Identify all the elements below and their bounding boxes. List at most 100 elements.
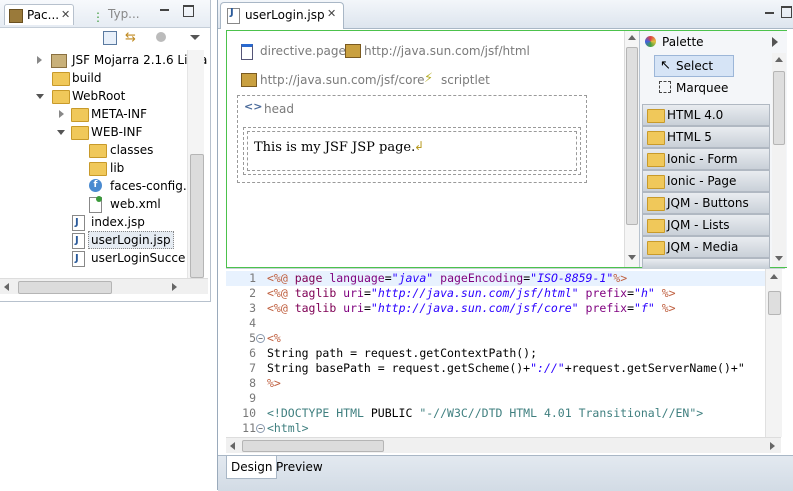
tab-type-hierarchy[interactable]: ⋮ Typ...: [88, 4, 148, 24]
tree-item-userlogin-jsp[interactable]: userLogin.jsp: [0, 231, 186, 250]
code-line[interactable]: 4: [226, 316, 766, 331]
scroll-up-icon[interactable]: [628, 35, 636, 40]
maximize-icon[interactable]: [781, 6, 792, 18]
palette-panel: Palette ↖ Select Marquee HTML 4.0 HTML 5…: [639, 31, 787, 268]
tool-marquee[interactable]: Marquee: [654, 78, 732, 98]
scroll-up-icon[interactable]: [775, 57, 783, 62]
line-number: 6: [249, 346, 256, 360]
filter-icon[interactable]: [156, 32, 166, 42]
scroll-right-icon[interactable]: [172, 283, 177, 291]
scroll-up-icon[interactable]: [770, 274, 778, 279]
code-text: String path = request.getContextPath();: [267, 346, 538, 360]
marquee-icon: [659, 81, 671, 93]
minimize-icon[interactable]: [160, 9, 169, 11]
line-number: 10: [242, 406, 256, 420]
expand-icon[interactable]: [37, 56, 42, 64]
scroll-thumb[interactable]: [242, 440, 384, 452]
tree-item-userloginsuccess[interactable]: userLoginSuccess.: [0, 249, 186, 267]
editor-panel: userLogin.jsp ✕ directive.page http://ja…: [217, 0, 793, 491]
code-line[interactable]: 11− <html>: [226, 421, 766, 436]
tree-item-classes[interactable]: classes: [0, 141, 186, 159]
scroll-left-icon[interactable]: [230, 442, 235, 450]
left-horizontal-scrollbar[interactable]: [0, 278, 208, 294]
code-line[interactable]: 5− <%: [226, 331, 766, 346]
source-horizontal-scrollbar[interactable]: [226, 437, 781, 453]
scroll-thumb[interactable]: [190, 154, 204, 278]
palette-scrollbar[interactable]: [772, 53, 786, 267]
maximize-icon[interactable]: [183, 5, 194, 17]
hierarchy-icon: ⋮: [92, 10, 104, 24]
line-number: 5: [249, 331, 256, 345]
jsp-file-icon: [72, 250, 85, 267]
view-menu-icon[interactable]: [190, 35, 200, 40]
tree-item-meta-inf[interactable]: META-INF: [0, 105, 186, 123]
folder-icon: [647, 109, 665, 123]
collapse-all-icon[interactable]: [103, 31, 117, 45]
tree-item-web-xml[interactable]: web.xml: [0, 195, 186, 213]
scroll-thumb[interactable]: [773, 71, 785, 145]
scroll-down-icon[interactable]: [775, 256, 783, 261]
left-vertical-scrollbar[interactable]: [187, 50, 204, 278]
scriptlet-icon: ⚡: [424, 71, 434, 86]
minimize-icon[interactable]: [765, 12, 774, 14]
tree-item-lib[interactable]: lib: [0, 159, 186, 177]
source-pane[interactable]: 1 <%@ page language="java" pageEncoding="…: [226, 268, 785, 437]
fold-icon[interactable]: −: [256, 334, 265, 343]
scroll-right-icon[interactable]: [770, 442, 775, 450]
code-line[interactable]: 1 <%@ page language="java" pageEncoding="…: [226, 271, 766, 286]
tree-item-jsf-library[interactable]: JSF Mojarra 2.1.6 Libra: [0, 51, 207, 69]
drawer-html40[interactable]: HTML 4.0: [642, 104, 770, 126]
faces-config-icon: f: [89, 179, 102, 192]
scroll-left-icon[interactable]: [4, 283, 9, 291]
drawer-jqm-lists[interactable]: JQM - Lists: [642, 214, 770, 236]
tree-item-webroot[interactable]: WebRoot: [0, 87, 186, 105]
body-content-box[interactable]: This is my JSF JSP page. ↲: [247, 131, 577, 171]
tree-item-index-jsp[interactable]: index.jsp: [0, 213, 186, 232]
scroll-thumb[interactable]: [626, 47, 638, 225]
tab-design[interactable]: Design: [226, 456, 278, 479]
code-line[interactable]: 10 <!DOCTYPE HTML PUBLIC "-//W3C//DTD HTM…: [226, 406, 766, 421]
drawer-html5[interactable]: HTML 5: [642, 126, 770, 148]
tree-item-build[interactable]: build: [0, 69, 186, 87]
collapse-icon[interactable]: [57, 130, 65, 135]
library-icon: [51, 54, 67, 68]
collapse-icon[interactable]: [36, 94, 44, 99]
code-line[interactable]: 3 <%@ taglib uri="http://java.sun.com/jsf…: [226, 301, 766, 316]
package-explorer-panel: Pac... ✕ ⋮ Typ... ⇆ JSF Mojarra 2.1.6 Li…: [0, 0, 211, 302]
design-vertical-scrollbar[interactable]: [624, 31, 639, 267]
scroll-down-icon[interactable]: [628, 255, 636, 260]
line-number: 4: [249, 316, 256, 330]
design-pane[interactable]: directive.page http://java.sun.com/jsf/h…: [226, 30, 787, 268]
drawer-jqm-buttons[interactable]: JQM - Buttons: [642, 192, 770, 214]
link-editor-icon[interactable]: ⇆: [125, 30, 136, 45]
editor-tab-bar: userLogin.jsp ✕: [218, 0, 793, 29]
expand-icon[interactable]: [59, 110, 64, 118]
tree-item-faces-config[interactable]: f faces-config.xr: [0, 177, 199, 195]
code-line[interactable]: 7 String basePath = request.getScheme()+"…: [226, 361, 766, 376]
tool-select[interactable]: ↖ Select: [654, 55, 734, 77]
line-number: 7: [249, 361, 256, 375]
drawer-ionic-page[interactable]: Ionic - Page: [642, 170, 770, 192]
tab-package-explorer[interactable]: Pac... ✕: [4, 4, 74, 25]
code-text: <%: [267, 331, 281, 345]
drawer-ionic-form[interactable]: Ionic - Form: [642, 148, 770, 170]
tree-item-web-inf[interactable]: WEB-INF: [0, 123, 186, 141]
source-vertical-scrollbar[interactable]: [765, 269, 782, 437]
line-number: 3: [249, 301, 256, 315]
code-line[interactable]: 9: [226, 391, 766, 406]
close-icon[interactable]: ✕: [327, 7, 336, 20]
tab-userlogin-jsp[interactable]: userLogin.jsp ✕: [220, 2, 344, 29]
folder-icon: [71, 108, 89, 122]
drawer-partial[interactable]: [642, 258, 770, 268]
scroll-thumb[interactable]: [768, 291, 781, 315]
close-icon[interactable]: ✕: [61, 5, 70, 25]
code-line[interactable]: 8 %>: [226, 376, 766, 391]
drawer-jqm-media[interactable]: JQM - Media: [642, 236, 770, 258]
fold-icon[interactable]: −: [256, 424, 265, 433]
tab-preview[interactable]: Preview: [272, 456, 327, 478]
scroll-thumb[interactable]: [18, 281, 112, 294]
code-line[interactable]: 2 <%@ taglib uri="http://java.sun.com/jsf…: [226, 286, 766, 301]
folder-icon: [647, 131, 665, 145]
code-line[interactable]: 6 String path = request.getContextPath();: [226, 346, 766, 361]
collapse-palette-icon[interactable]: [772, 37, 778, 47]
